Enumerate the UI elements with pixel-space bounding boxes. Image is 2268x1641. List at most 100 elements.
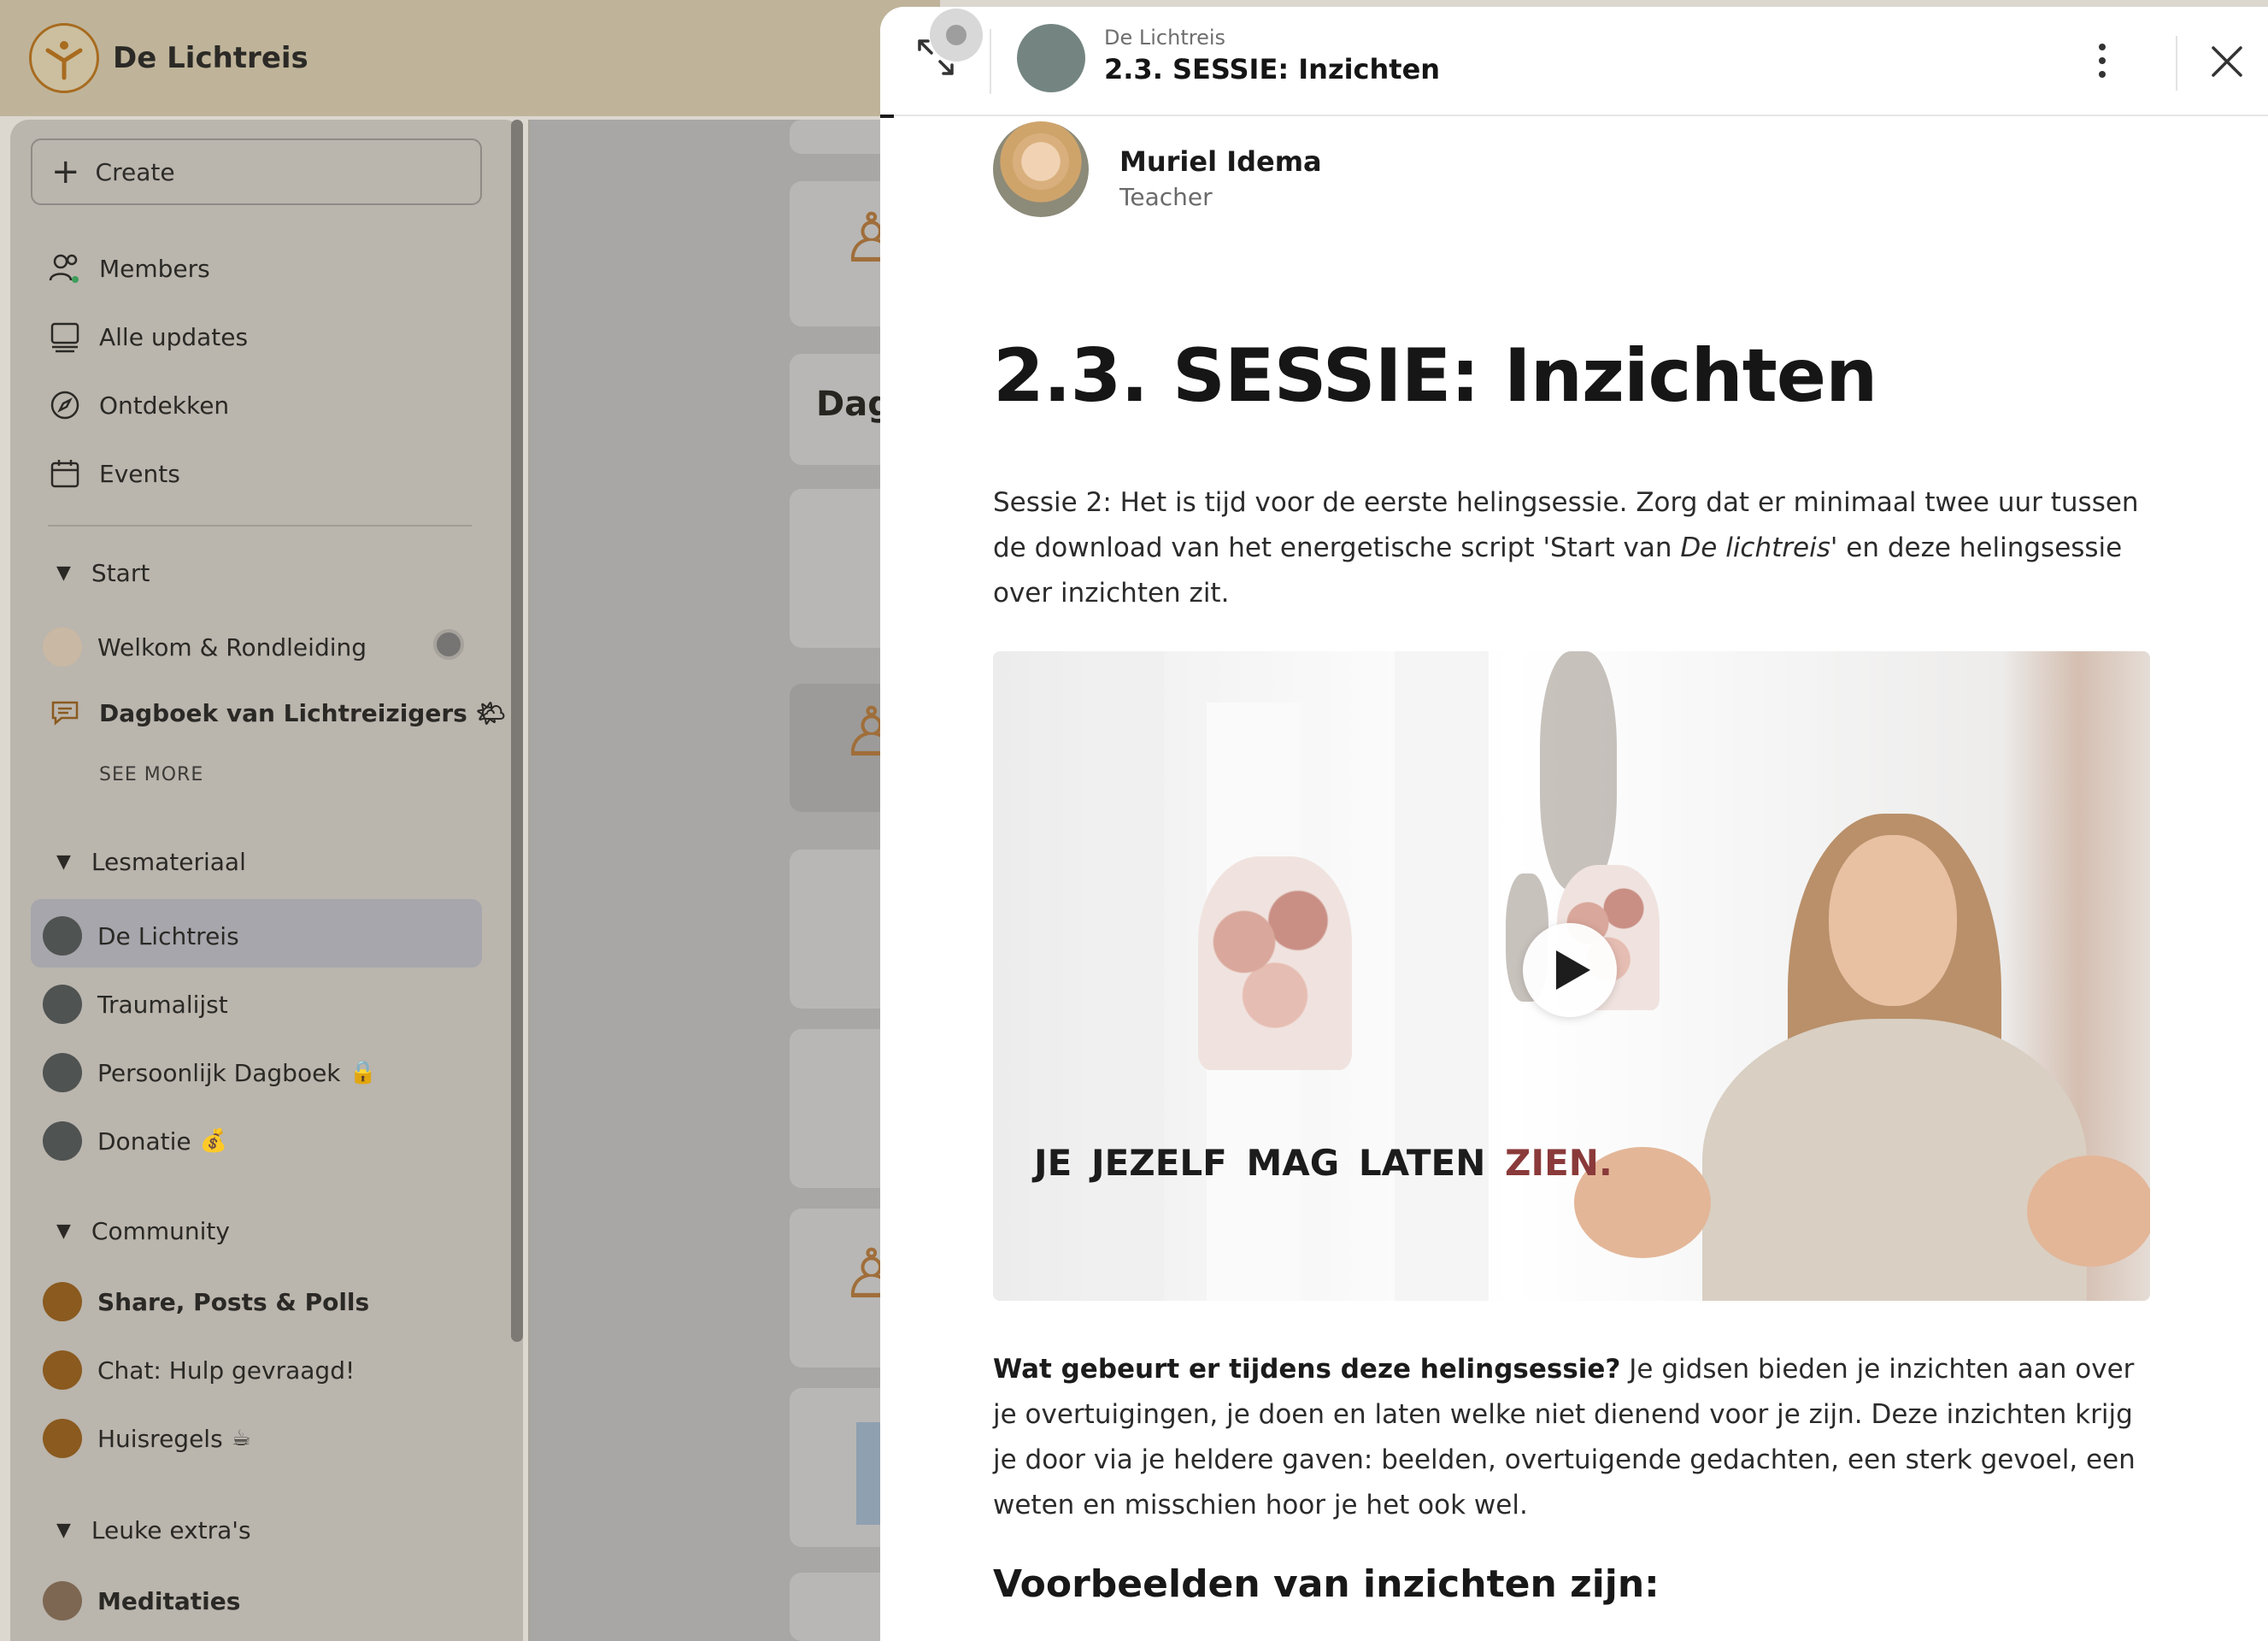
section-community[interactable]: ▼ Community — [56, 1217, 230, 1245]
sidebar-item-huisregels[interactable]: Huisregels ☕ — [43, 1419, 251, 1458]
expand-icon[interactable] — [916, 38, 955, 77]
space-avatar — [43, 1350, 82, 1390]
sidebar-item-ontdekken[interactable]: Ontdekken — [48, 388, 229, 422]
video-scene — [1540, 651, 1617, 891]
video-scene — [1198, 856, 1352, 1070]
post-title: 2.3. SESSIE: Inzichten — [993, 333, 1877, 419]
author-name[interactable]: Muriel Idema — [1119, 145, 1322, 178]
create-label: Create — [95, 157, 175, 186]
sidebar-item-welkom[interactable]: Welkom & Rondleiding — [43, 627, 367, 667]
sidebar-separator — [48, 525, 472, 526]
space-avatar — [43, 1419, 82, 1458]
body-paragraph: Wat gebeurt er tijdens deze helingsessie… — [993, 1347, 2155, 1528]
intro-italic: De lichtreis' — [1680, 532, 1838, 563]
sidebar-item-meditaties[interactable]: Meditaties — [43, 1581, 241, 1620]
top-bar: De Lichtreis — [0, 0, 940, 116]
close-icon[interactable] — [2210, 44, 2244, 79]
plus-icon: + — [51, 152, 80, 191]
sidebar-item-label: Donatie — [97, 1126, 191, 1156]
panel-title: 2.3. SESSIE: Inzichten — [1104, 53, 1441, 85]
sidebar-item-events[interactable]: Events — [48, 456, 180, 491]
section-start[interactable]: ▼ Start — [56, 559, 150, 587]
video-scene — [2027, 1156, 2150, 1267]
sidebar-item-traumalijst[interactable]: Traumalijst — [43, 985, 228, 1024]
sidebar-item-alle-updates[interactable]: Alle updates — [48, 320, 248, 354]
sidebar-item-label: Huisregels — [97, 1424, 223, 1453]
author-avatar[interactable] — [993, 121, 1089, 217]
sidebar-item-label: Welkom & Rondleiding — [97, 632, 367, 662]
video-scene — [1829, 835, 1957, 1006]
caret-down-icon: ▼ — [56, 1220, 71, 1242]
video-player[interactable]: JE JEZELF MAG LATEN ZIEN. — [993, 651, 2150, 1301]
create-button[interactable]: + Create — [31, 138, 482, 205]
unread-indicator — [433, 629, 464, 660]
sidebar-item-members[interactable]: Members — [48, 251, 210, 285]
sidebar-item-share-posts-polls[interactable]: Share, Posts & Polls — [43, 1282, 370, 1321]
sidebar-scrollbar[interactable] — [511, 120, 523, 1342]
header-divider — [990, 29, 991, 94]
lock-icon: 🔒 — [349, 1060, 377, 1085]
see-more-link[interactable]: SEE MORE — [99, 764, 203, 785]
post-panel: De Lichtreis 2.3. SESSIE: Inzichten Muri… — [880, 7, 2268, 1641]
sidebar-item-label: Dagboek van Lichtreizigers — [99, 698, 467, 727]
space-avatar — [43, 1053, 82, 1092]
section-label: Leuke extra's — [91, 1516, 251, 1544]
sidebar-item-label: Members — [99, 254, 210, 283]
section-heading: Voorbeelden van inzichten zijn: — [993, 1562, 1660, 1606]
caret-down-icon: ▼ — [56, 851, 71, 873]
calendar-icon — [48, 456, 82, 491]
brand-name[interactable]: De Lichtreis — [113, 41, 308, 75]
sidebar-item-label: Alle updates — [99, 322, 249, 351]
intro-paragraph: Sessie 2: Het is tijd voor de eerste hel… — [993, 480, 2155, 616]
video-caption-main: JE JEZELF MAG LATEN — [1034, 1142, 1505, 1184]
space-avatar — [43, 1121, 82, 1161]
panel-header: De Lichtreis 2.3. SESSIE: Inzichten — [880, 7, 2268, 116]
author-role: Teacher — [1119, 183, 1213, 211]
sidebar-item-dagboek[interactable]: Dagboek van Lichtreizigers 🌤 — [48, 696, 506, 730]
play-button[interactable] — [1523, 923, 1617, 1017]
section-leuke-extras[interactable]: ▼ Leuke extra's — [56, 1516, 251, 1544]
space-avatar — [43, 916, 82, 956]
sidebar-item-label: Events — [99, 459, 180, 488]
chat-bubble-icon — [48, 696, 82, 730]
space-avatar — [43, 1581, 82, 1620]
members-icon — [48, 251, 82, 285]
section-lesmateriaal[interactable]: ▼ Lesmateriaal — [56, 848, 246, 876]
video-caption: JE JEZELF MAG LATEN ZIEN. — [1034, 1142, 1613, 1184]
body-lead: Wat gebeurt er tijdens deze helingsessie… — [993, 1354, 1621, 1385]
sidebar-item-label: Chat: Hulp gevraagd! — [97, 1356, 355, 1385]
more-options-icon[interactable] — [2094, 41, 2111, 80]
sidebar-item-donatie[interactable]: Donatie 💰 — [43, 1121, 227, 1161]
video-scene — [1087, 651, 1164, 1301]
sun-emoji-icon: 🌤 — [475, 698, 507, 727]
sidebar-item-de-lichtreis[interactable]: De Lichtreis — [43, 916, 239, 956]
caret-down-icon: ▼ — [56, 562, 71, 584]
space-avatar — [43, 985, 82, 1024]
sidebar-item-label: Ontdekken — [99, 391, 230, 420]
space-avatar — [43, 1282, 82, 1321]
reading-progress-bar — [880, 115, 894, 118]
money-bag-icon: 💰 — [199, 1128, 227, 1154]
sidebar-item-label: De Lichtreis — [97, 921, 239, 950]
video-scene — [1395, 651, 1489, 1301]
play-icon — [1556, 950, 1590, 990]
sidebar-item-persoonlijk-dagboek[interactable]: Persoonlijk Dagboek 🔒 — [43, 1053, 377, 1092]
coffee-icon: ☕ — [231, 1426, 251, 1451]
caret-down-icon: ▼ — [56, 1520, 71, 1541]
section-label: Start — [91, 559, 150, 587]
space-avatar[interactable] — [1017, 24, 1085, 92]
section-label: Lesmateriaal — [91, 848, 246, 876]
header-divider — [2176, 36, 2177, 91]
brand-logo-icon[interactable] — [29, 23, 99, 93]
sidebar-item-label: Traumalijst — [97, 990, 228, 1019]
video-scene — [1702, 1019, 2087, 1301]
sidebar-item-chat-hulp[interactable]: Chat: Hulp gevraagd! — [43, 1350, 355, 1390]
compass-icon — [48, 388, 82, 422]
sidebar-item-label: Meditaties — [97, 1586, 241, 1615]
sidebar-item-label: Persoonlijk Dagboek — [97, 1058, 341, 1087]
video-caption-accent: ZIEN. — [1505, 1142, 1613, 1184]
sidebar-item-label: Share, Posts & Polls — [97, 1287, 370, 1316]
space-name[interactable]: De Lichtreis — [1104, 26, 1225, 50]
section-label: Community — [91, 1217, 230, 1245]
updates-icon — [48, 320, 82, 354]
